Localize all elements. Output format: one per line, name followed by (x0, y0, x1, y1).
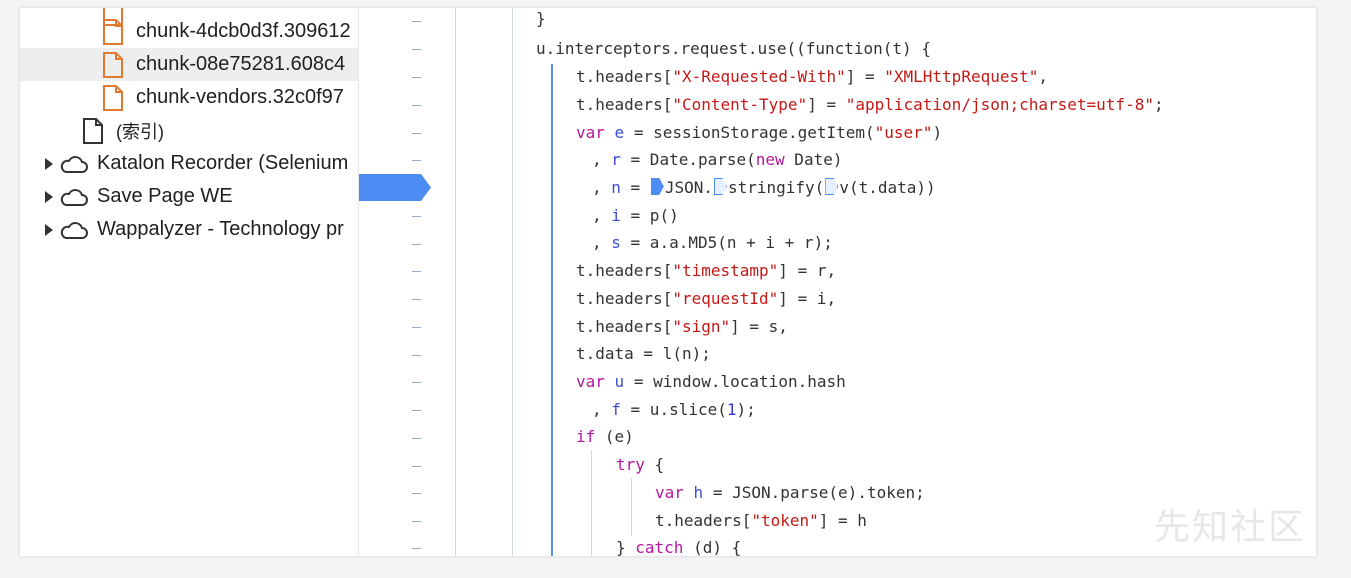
code-line: } (536, 9, 546, 28)
cloud-icon (60, 188, 88, 206)
code-line: t.headers["Content-Type"] = "application… (576, 95, 1164, 114)
code-line: t.headers["sign"] = s, (576, 317, 788, 336)
tree-item-file-selected[interactable]: chunk-08e75281.608c4 (20, 48, 358, 81)
code-line: try { (616, 455, 665, 474)
tree-item-label: chunk-4dcb0d3f.309612 (136, 20, 351, 42)
line-marker[interactable] (412, 105, 421, 106)
code-line-paused: , n = JSON. stringify(v(t.data)) (592, 178, 936, 197)
code-line: , f = u.slice(1); (592, 400, 756, 419)
line-marker[interactable] (412, 382, 421, 383)
indent-guide (591, 450, 592, 556)
watermark: 先知社区 (1153, 507, 1306, 548)
line-marker[interactable] (412, 216, 421, 217)
file-icon (103, 84, 123, 111)
line-marker[interactable] (412, 299, 421, 300)
line-marker[interactable] (412, 77, 421, 78)
code-line: , s = a.a.MD5(n + i + r); (592, 233, 833, 252)
file-icon (103, 51, 123, 78)
tree-item-label: chunk-vendors.32c0f97 (136, 86, 344, 108)
tree-item-label: Katalon Recorder (Selenium (97, 152, 349, 174)
tree-item-extension[interactable]: Wappalyzer - Technology pr (20, 213, 358, 246)
indent-guide (631, 478, 632, 536)
code-line: t.headers["timestamp"] = r, (576, 261, 837, 280)
expand-arrow-icon[interactable] (45, 190, 53, 203)
code-line: t.headers["X-Requested-With"] = "XMLHttp… (576, 67, 1049, 86)
cloud-icon (60, 155, 88, 173)
code-line: , i = p() (592, 206, 679, 225)
file-icon (103, 18, 123, 45)
code-line: u.interceptors.request.use((function(t) … (536, 39, 931, 58)
line-marker[interactable] (412, 21, 421, 22)
line-marker[interactable] (412, 466, 421, 467)
code-editor[interactable]: } u.interceptors.request.use((function(t… (455, 8, 1316, 556)
document-icon (83, 117, 103, 144)
expand-arrow-icon[interactable] (45, 157, 53, 170)
tree-item-file[interactable]: chunk-4dcb0d3f.309612 (20, 15, 358, 48)
line-marker[interactable] (412, 327, 421, 328)
tree-item-extension[interactable]: Save Page WE (20, 180, 358, 213)
inline-breakpoint-icon[interactable] (650, 178, 664, 195)
line-marker[interactable] (412, 548, 421, 549)
inline-breakpoint-icon[interactable] (713, 178, 727, 195)
line-marker[interactable] (412, 271, 421, 272)
tree-item-label: Save Page WE (97, 185, 233, 207)
code-line: var u = window.location.hash (576, 372, 846, 391)
code-line: var e = sessionStorage.getItem("user") (576, 123, 943, 142)
indent-guide-active (551, 64, 553, 556)
line-marker[interactable] (412, 49, 421, 50)
line-marker[interactable] (412, 160, 421, 161)
tree-item-label: Wappalyzer - Technology pr (97, 218, 344, 240)
code-line: t.data = l(n); (576, 344, 711, 363)
line-gutter[interactable] (358, 8, 456, 556)
indent-guide (512, 8, 513, 556)
tree-item-label: chunk-08e75281.608c4 (136, 53, 346, 75)
line-marker[interactable] (412, 521, 421, 522)
line-marker[interactable] (412, 355, 421, 356)
line-marker[interactable] (412, 133, 421, 134)
code-line: if (e) (576, 427, 634, 446)
line-marker[interactable] (412, 438, 421, 439)
expand-arrow-icon[interactable] (45, 223, 53, 236)
line-marker[interactable] (412, 493, 421, 494)
tree-item-index[interactable]: (索引) (20, 114, 358, 147)
breakpoint-marker[interactable] (359, 174, 431, 201)
code-line: , r = Date.parse(new Date) (592, 150, 843, 169)
tree-item-extension[interactable]: Katalon Recorder (Selenium (20, 147, 358, 180)
devtools-sources-panel: chunk-4dcb0d3f.309612 chunk-08e75281.608… (20, 8, 1316, 556)
code-line: } catch (d) { (616, 538, 742, 556)
tree-item-file[interactable]: chunk-vendors.32c0f97 (20, 81, 358, 114)
code-line: t.headers["requestId"] = i, (576, 289, 837, 308)
file-navigator: chunk-4dcb0d3f.309612 chunk-08e75281.608… (20, 8, 358, 556)
tree-item-label: (索引) (116, 121, 164, 142)
line-marker[interactable] (412, 410, 421, 411)
cloud-icon (60, 221, 88, 239)
line-marker[interactable] (412, 244, 421, 245)
code-line: var h = JSON.parse(e).token; (655, 483, 925, 502)
inline-breakpoint-icon[interactable] (825, 178, 839, 195)
code-line: t.headers["token"] = h (655, 511, 867, 530)
